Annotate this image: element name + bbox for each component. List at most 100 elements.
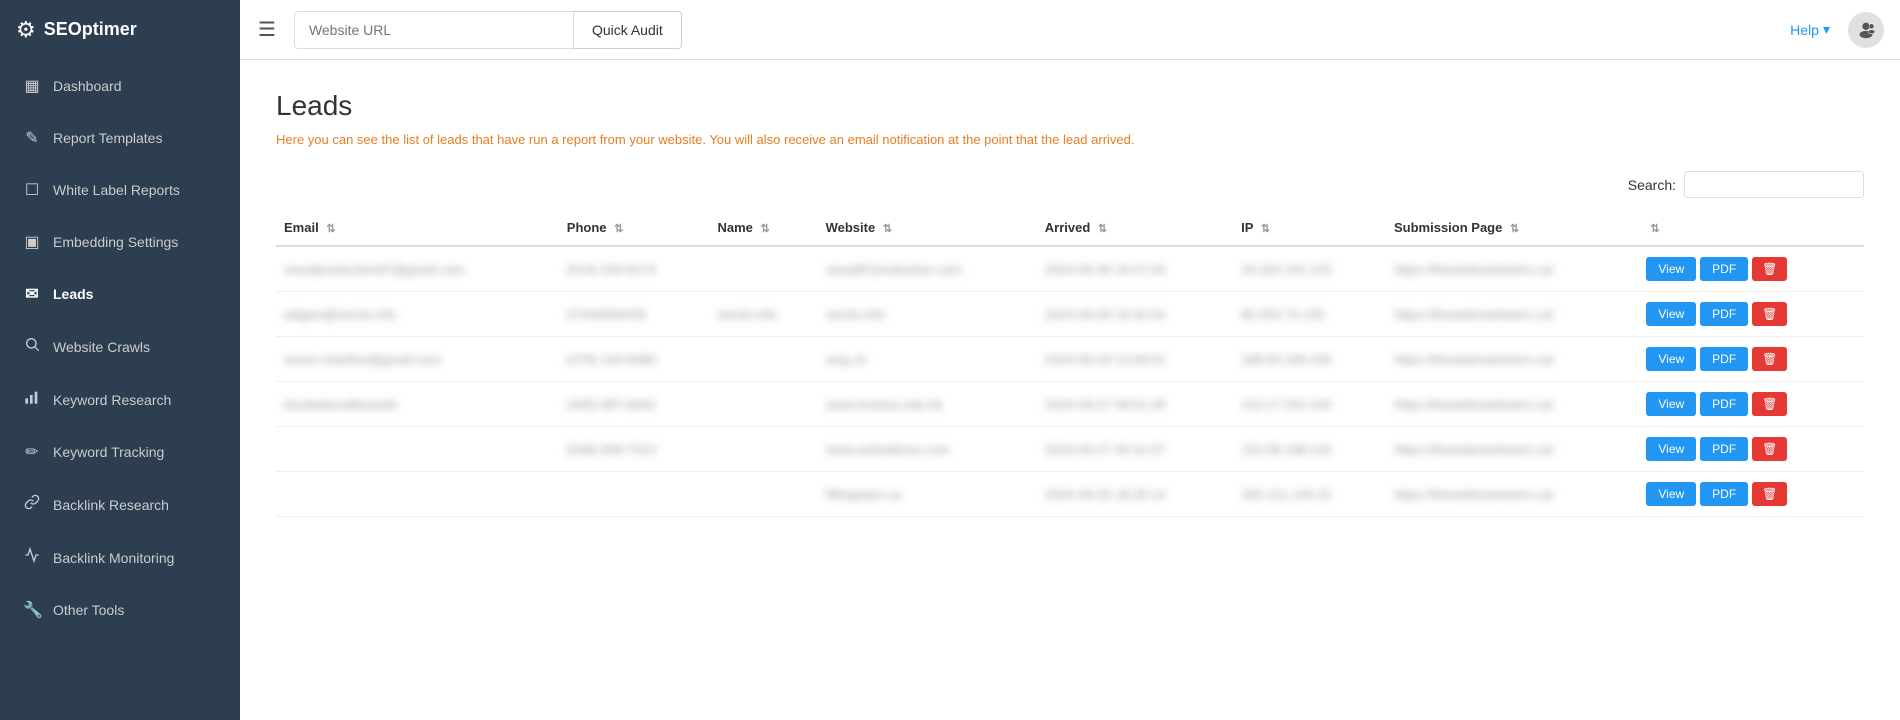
logo-text: SEOptimer bbox=[44, 19, 137, 40]
sort-icon-actions: ⇅ bbox=[1650, 223, 1659, 235]
sidebar-item-other-tools[interactable]: 🔧 Other Tools bbox=[0, 584, 240, 636]
action-cell: ViewPDF🗑 bbox=[1638, 472, 1864, 517]
url-input[interactable] bbox=[294, 11, 574, 49]
page-description: Here you can see the list of leads that … bbox=[276, 132, 1864, 147]
sort-icon-ip[interactable]: ⇅ bbox=[1261, 223, 1270, 235]
cell-website: serols.info bbox=[818, 292, 1037, 337]
cell-website: wng.ch bbox=[818, 337, 1037, 382]
col-header-email[interactable]: Email ⇅ bbox=[276, 210, 559, 246]
cell-phone: (079) 194-6080 bbox=[559, 337, 710, 382]
delete-button[interactable]: 🗑 bbox=[1752, 347, 1787, 371]
user-avatar[interactable] bbox=[1848, 12, 1884, 48]
view-button[interactable]: View bbox=[1646, 347, 1696, 371]
sidebar-item-label: Dashboard bbox=[53, 78, 122, 94]
cell-email: edgars@serols.info bbox=[276, 292, 559, 337]
pdf-button[interactable]: PDF bbox=[1700, 482, 1748, 506]
sidebar-item-label: Report Templates bbox=[53, 130, 162, 146]
sidebar-item-white-label-reports[interactable]: ☐ White Label Reports bbox=[0, 164, 240, 216]
cell-name: serols.info bbox=[709, 292, 817, 337]
keyword-tracking-icon: ✏ bbox=[23, 442, 41, 462]
cell-phone bbox=[559, 472, 710, 517]
cell-ip: 152.58.198.219 bbox=[1233, 427, 1386, 472]
search-input[interactable] bbox=[1684, 171, 1864, 198]
view-button[interactable]: View bbox=[1646, 257, 1696, 281]
cell-name bbox=[709, 382, 817, 427]
sort-icon-email[interactable]: ⇅ bbox=[326, 223, 335, 235]
cell-email bbox=[276, 427, 559, 472]
report-templates-icon: ✎ bbox=[23, 128, 41, 148]
cell-name bbox=[709, 472, 817, 517]
sidebar-item-keyword-research[interactable]: Keyword Research bbox=[0, 373, 240, 426]
sort-icon-phone[interactable]: ⇅ bbox=[614, 223, 623, 235]
cell-arrived: 2024-09-26 18:29:14 bbox=[1037, 472, 1233, 517]
quick-audit-button[interactable]: Quick Audit bbox=[574, 11, 682, 49]
pdf-button[interactable]: PDF bbox=[1700, 392, 1748, 416]
cell-phone: (548) 948-7013 bbox=[559, 427, 710, 472]
leads-icon: ✉ bbox=[23, 284, 41, 304]
sidebar-item-label: Keyword Research bbox=[53, 392, 171, 408]
delete-button[interactable]: 🗑 bbox=[1752, 302, 1787, 326]
sidebar-item-website-crawls[interactable]: Website Crawls bbox=[0, 320, 240, 373]
hamburger-button[interactable]: ☰ bbox=[240, 17, 294, 42]
col-header-submission-page[interactable]: Submission Page ⇅ bbox=[1386, 210, 1638, 246]
sidebar-item-label: Embedding Settings bbox=[53, 234, 178, 250]
sidebar-item-label: Backlink Research bbox=[53, 497, 169, 513]
search-row: Search: bbox=[276, 171, 1864, 198]
pdf-button[interactable]: PDF bbox=[1700, 437, 1748, 461]
sort-icon-website[interactable]: ⇅ bbox=[883, 223, 892, 235]
cell-arrived: 2024-09-30 16:47:04 bbox=[1037, 246, 1233, 292]
cell-email: visualproduction87@gmail.com bbox=[276, 246, 559, 292]
sidebar-item-dashboard[interactable]: ▦ Dashboard bbox=[0, 60, 240, 112]
cell-phone: (345) 687-6942 bbox=[559, 382, 710, 427]
help-label: Help bbox=[1790, 22, 1819, 38]
table-row: simon.charlton@gmail.com(079) 194-6080wn… bbox=[276, 337, 1864, 382]
sidebar-item-report-templates[interactable]: ✎ Report Templates bbox=[0, 112, 240, 164]
col-header-ip[interactable]: IP ⇅ bbox=[1233, 210, 1386, 246]
col-header-arrived[interactable]: Arrived ⇅ bbox=[1037, 210, 1233, 246]
cell-name bbox=[709, 337, 817, 382]
sidebar-item-label: Other Tools bbox=[53, 602, 124, 618]
cell-ip: 210.17.252.164 bbox=[1233, 382, 1386, 427]
view-button[interactable]: View bbox=[1646, 437, 1696, 461]
sidebar-item-backlink-monitoring[interactable]: Backlink Monitoring bbox=[0, 531, 240, 584]
cell-phone: (514) 234-8173 bbox=[559, 246, 710, 292]
help-chevron-icon: ▾ bbox=[1823, 21, 1830, 38]
backlink-research-icon bbox=[23, 494, 41, 515]
sidebar-item-embedding-settings[interactable]: ▣ Embedding Settings bbox=[0, 216, 240, 268]
white-label-icon: ☐ bbox=[23, 180, 41, 200]
view-button[interactable]: View bbox=[1646, 392, 1696, 416]
sort-icon-name[interactable]: ⇅ bbox=[761, 223, 770, 235]
page-title: Leads bbox=[276, 90, 1864, 122]
col-header-actions: ⇅ bbox=[1638, 210, 1864, 246]
backlink-monitoring-icon bbox=[23, 547, 41, 568]
pdf-button[interactable]: PDF bbox=[1700, 257, 1748, 281]
sort-icon-submission[interactable]: ⇅ bbox=[1510, 223, 1519, 235]
sidebar-item-label: Leads bbox=[53, 286, 93, 302]
delete-button[interactable]: 🗑 bbox=[1752, 482, 1787, 506]
col-header-name[interactable]: Name ⇅ bbox=[709, 210, 817, 246]
pdf-button[interactable]: PDF bbox=[1700, 302, 1748, 326]
col-header-website[interactable]: Website ⇅ bbox=[818, 210, 1037, 246]
cell-arrived: 2024-09-27 08:51:28 bbox=[1037, 382, 1233, 427]
action-cell: ViewPDF🗑 bbox=[1638, 246, 1864, 292]
delete-button[interactable]: 🗑 bbox=[1752, 392, 1787, 416]
cell-website: visual87production.com bbox=[818, 246, 1037, 292]
action-cell: ViewPDF🗑 bbox=[1638, 292, 1864, 337]
sidebar-item-backlink-research[interactable]: Backlink Research bbox=[0, 478, 240, 531]
pdf-button[interactable]: PDF bbox=[1700, 347, 1748, 371]
view-button[interactable]: View bbox=[1646, 482, 1696, 506]
action-cell: ViewPDF🗑 bbox=[1638, 427, 1864, 472]
view-button[interactable]: View bbox=[1646, 302, 1696, 326]
leads-table: Email ⇅ Phone ⇅ Name ⇅ Website ⇅ bbox=[276, 210, 1864, 517]
col-header-phone[interactable]: Phone ⇅ bbox=[559, 210, 710, 246]
table-row: liftingstars.ca2024-09-26 18:29:14205.12… bbox=[276, 472, 1864, 517]
help-menu[interactable]: Help ▾ bbox=[1790, 21, 1830, 38]
cell-phone: 07434630435 bbox=[559, 292, 710, 337]
sidebar-item-label: Keyword Tracking bbox=[53, 444, 164, 460]
delete-button[interactable]: 🗑 bbox=[1752, 437, 1787, 461]
sidebar-item-keyword-tracking[interactable]: ✏ Keyword Tracking bbox=[0, 426, 240, 478]
sort-icon-arrived[interactable]: ⇅ bbox=[1098, 223, 1107, 235]
sidebar-item-leads[interactable]: ✉ Leads bbox=[0, 268, 240, 320]
cell-name bbox=[709, 246, 817, 292]
delete-button[interactable]: 🗑 bbox=[1752, 257, 1787, 281]
